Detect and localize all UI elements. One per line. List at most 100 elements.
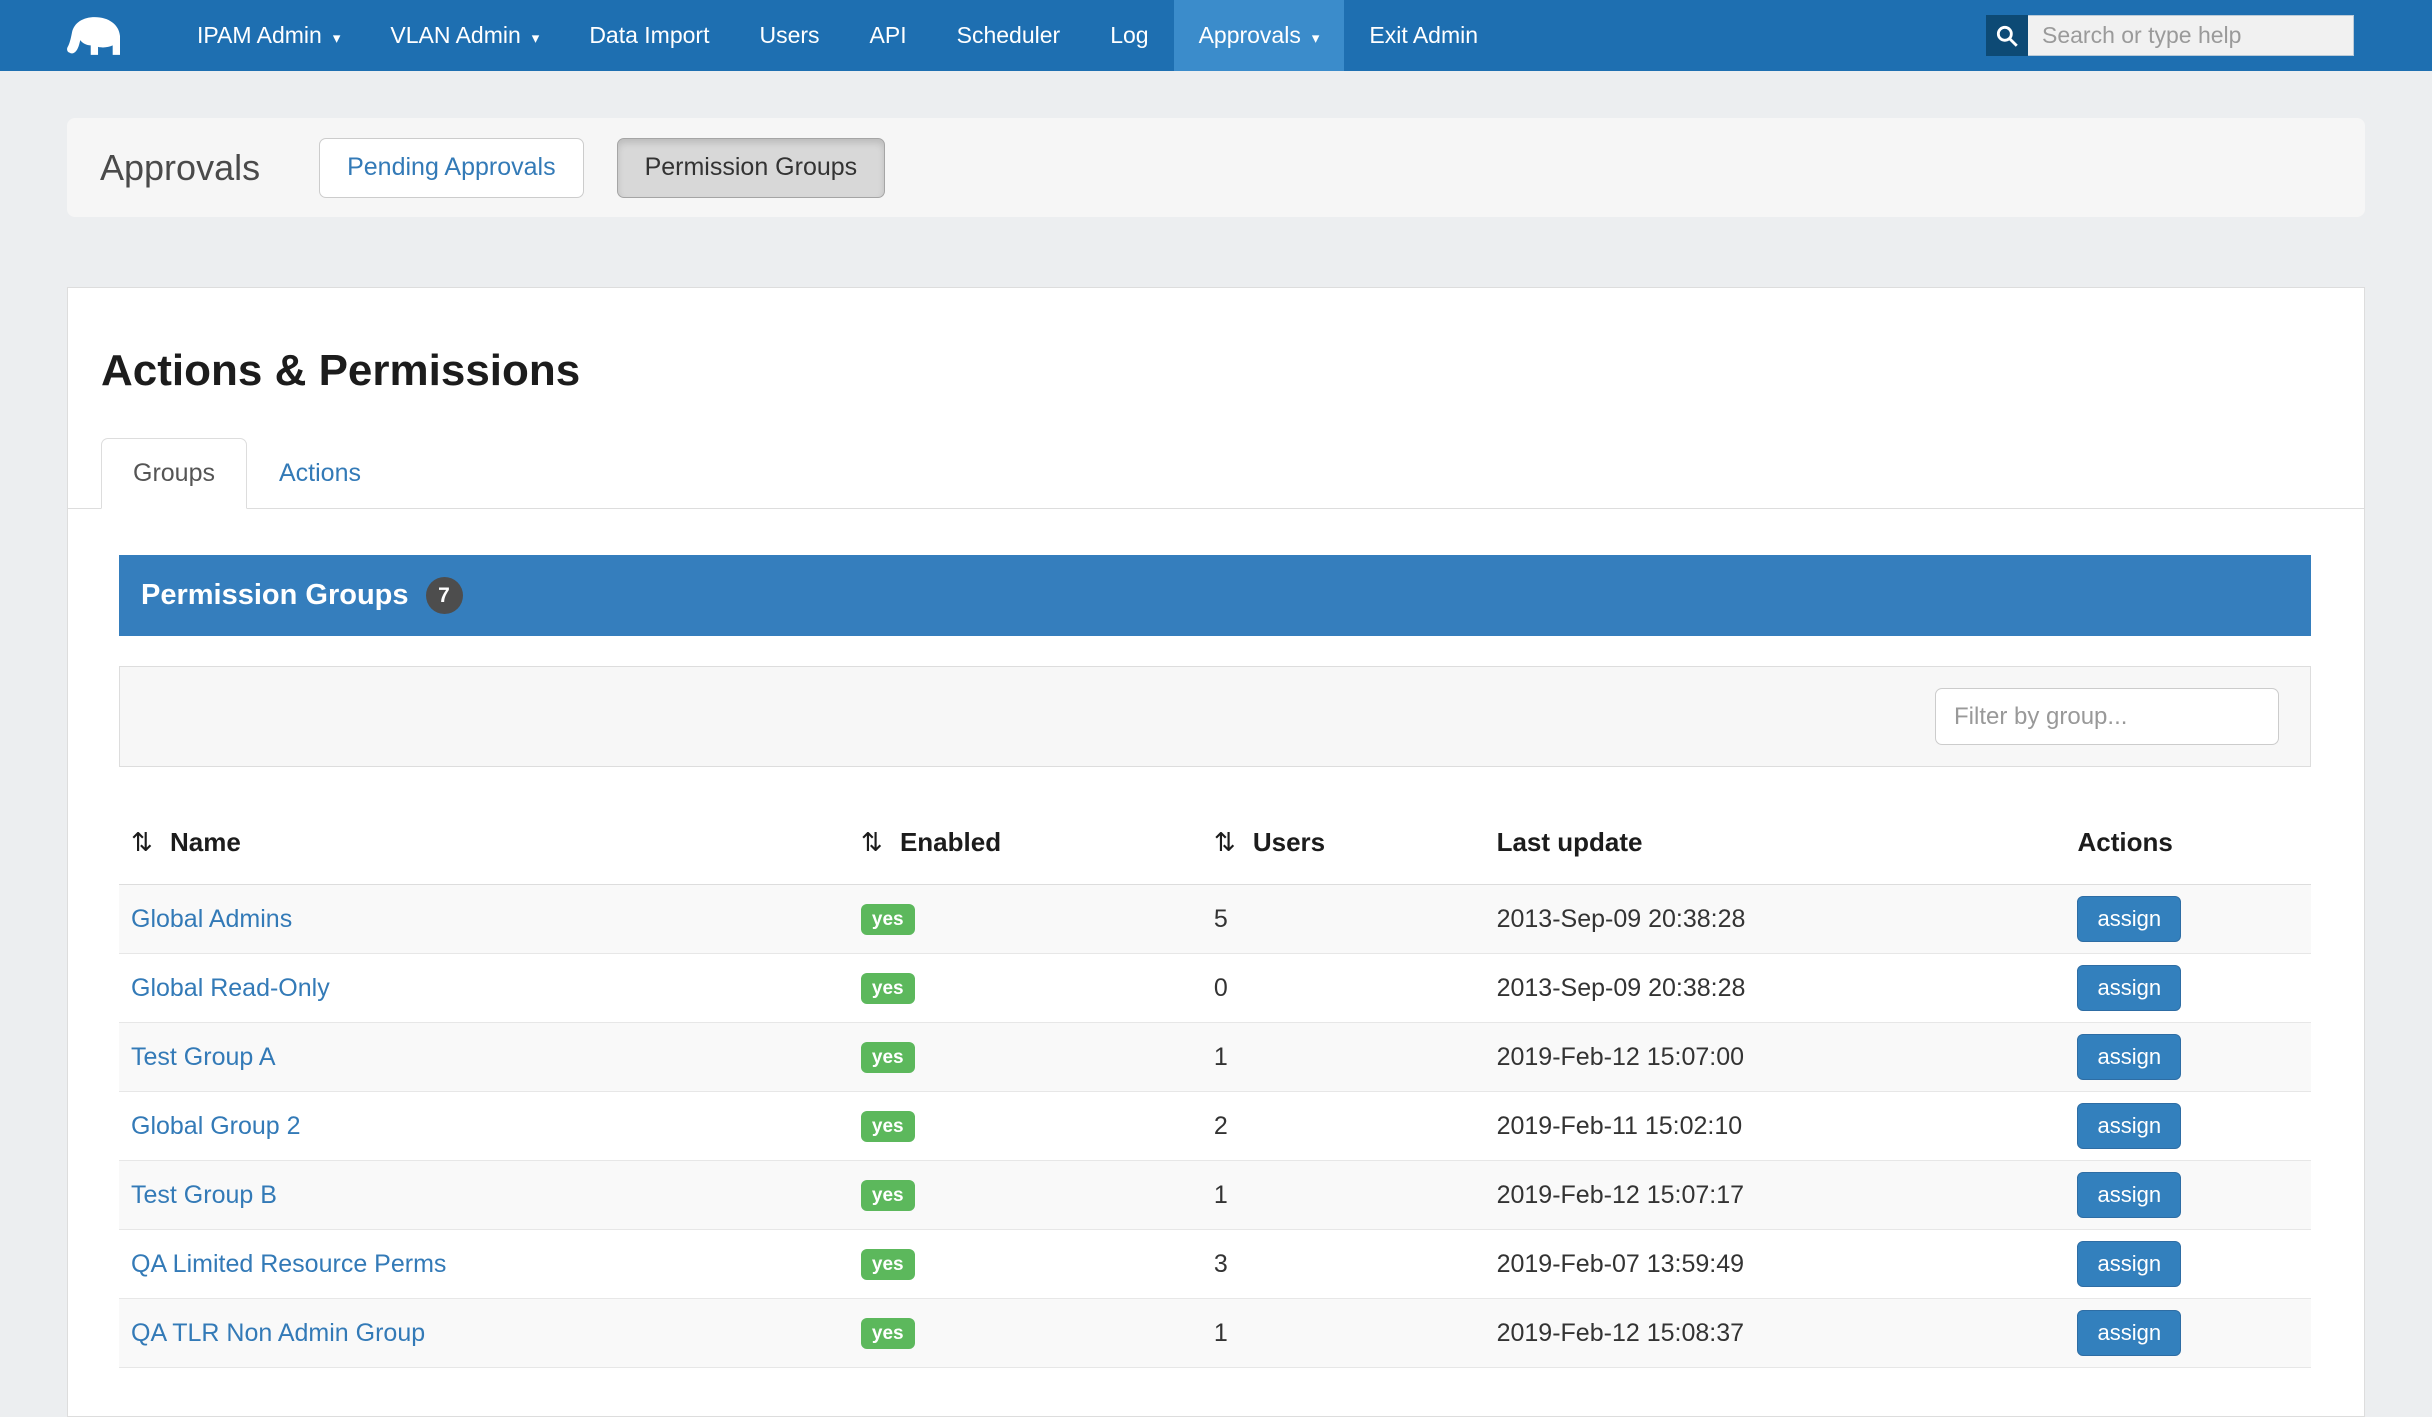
pending-approvals-button[interactable]: Pending Approvals: [319, 138, 583, 198]
search-icon: [1994, 23, 2020, 49]
sort-icon: ⇅: [1214, 827, 1236, 857]
permission-groups-table: ⇅ Name ⇅ Enabled ⇅ Users Last update: [119, 801, 2311, 1368]
assign-button[interactable]: assign: [2077, 965, 2181, 1011]
group-count-badge: 7: [426, 577, 463, 614]
nav-item-label: Log: [1110, 22, 1148, 49]
nav-item-log[interactable]: Log: [1085, 0, 1173, 71]
table-row: Global Group 2 yes 2 2019-Feb-11 15:02:1…: [119, 1092, 2311, 1161]
enabled-badge: yes: [861, 1318, 915, 1349]
group-name-link[interactable]: Global Admins: [131, 905, 292, 933]
group-name-link[interactable]: Global Read-Only: [131, 974, 330, 1002]
column-label: Name: [170, 827, 241, 857]
nav-item-label: API: [870, 22, 907, 49]
users-count: 2: [1214, 1112, 1228, 1140]
nav-item-users[interactable]: Users: [734, 0, 844, 71]
column-label: Actions: [2077, 827, 2172, 857]
users-count: 1: [1214, 1319, 1228, 1347]
nav-item-label: IPAM Admin: [197, 22, 322, 49]
group-name-link[interactable]: Global Group 2: [131, 1112, 301, 1140]
enabled-badge: yes: [861, 1111, 915, 1142]
last-update: 2019-Feb-12 15:08:37: [1497, 1319, 1744, 1347]
enabled-badge: yes: [861, 1042, 915, 1073]
table-row: Global Admins yes 5 2013-Sep-09 20:38:28…: [119, 885, 2311, 954]
phpipam-elephant-logo[interactable]: [0, 0, 172, 71]
caret-down-icon: ▾: [532, 29, 540, 47]
approvals-header-bar: Approvals Pending Approvals Permission G…: [67, 118, 2365, 217]
column-header-last-update: Last update: [1485, 801, 2066, 885]
panel-title: Actions & Permissions: [101, 346, 2364, 396]
nav-item-label: Data Import: [589, 22, 709, 49]
tab-actions[interactable]: Actions: [247, 438, 393, 509]
assign-button[interactable]: assign: [2077, 896, 2181, 942]
nav-item-label: Exit Admin: [1369, 22, 1478, 49]
column-label: Last update: [1497, 827, 1643, 857]
last-update: 2019-Feb-11 15:02:10: [1497, 1112, 1743, 1140]
search-button[interactable]: [1986, 15, 2028, 56]
assign-button[interactable]: assign: [2077, 1241, 2181, 1287]
nav-menu: IPAM Admin ▾ VLAN Admin ▾ Data Import Us…: [172, 0, 1503, 71]
sort-icon: ⇅: [131, 827, 153, 857]
group-name-link[interactable]: Test Group A: [131, 1043, 276, 1071]
permission-groups-table-wrap: ⇅ Name ⇅ Enabled ⇅ Users Last update: [119, 801, 2311, 1368]
nav-item-data-import[interactable]: Data Import: [564, 0, 734, 71]
table-header-row: ⇅ Name ⇅ Enabled ⇅ Users Last update: [119, 801, 2311, 885]
assign-button[interactable]: assign: [2077, 1310, 2181, 1356]
section-title: Permission Groups: [141, 579, 409, 612]
column-label: Enabled: [900, 827, 1001, 857]
table-row: Test Group A yes 1 2019-Feb-12 15:07:00 …: [119, 1023, 2311, 1092]
top-navbar: IPAM Admin ▾ VLAN Admin ▾ Data Import Us…: [0, 0, 2432, 71]
permission-groups-heading: Permission Groups 7: [119, 555, 2311, 636]
tab-bar: Groups Actions: [68, 438, 2364, 509]
assign-button[interactable]: assign: [2077, 1103, 2181, 1149]
group-name-link[interactable]: QA Limited Resource Perms: [131, 1250, 446, 1278]
tab-label: Actions: [279, 459, 361, 487]
users-count: 3: [1214, 1250, 1228, 1278]
permission-groups-button[interactable]: Permission Groups: [617, 138, 886, 198]
enabled-badge: yes: [861, 904, 915, 935]
enabled-badge: yes: [861, 973, 915, 1004]
caret-down-icon: ▾: [333, 29, 341, 47]
search-input[interactable]: [2028, 15, 2354, 56]
nav-item-scheduler[interactable]: Scheduler: [932, 0, 1086, 71]
nav-item-vlan-admin[interactable]: VLAN Admin ▾: [365, 0, 564, 71]
tab-label: Groups: [133, 459, 215, 487]
users-count: 5: [1214, 905, 1228, 933]
sort-icon: ⇅: [861, 827, 883, 857]
nav-item-ipam-admin[interactable]: IPAM Admin ▾: [172, 0, 365, 71]
nav-item-label: VLAN Admin: [390, 22, 520, 49]
nav-item-label: Approvals: [1199, 22, 1301, 49]
navbar-search: [1986, 0, 2432, 71]
elephant-icon: [58, 13, 136, 59]
last-update: 2013-Sep-09 20:38:28: [1497, 974, 1746, 1002]
column-header-name[interactable]: ⇅ Name: [119, 801, 849, 885]
nav-item-api[interactable]: API: [845, 0, 932, 71]
filter-bar: [119, 666, 2311, 767]
enabled-badge: yes: [861, 1180, 915, 1211]
table-row: Test Group B yes 1 2019-Feb-12 15:07:17 …: [119, 1161, 2311, 1230]
tab-groups[interactable]: Groups: [101, 438, 247, 509]
nav-item-label: Users: [759, 22, 819, 49]
nav-item-exit-admin[interactable]: Exit Admin: [1344, 0, 1503, 71]
filter-by-group-input[interactable]: [1935, 688, 2279, 745]
nav-item-approvals[interactable]: Approvals ▾: [1174, 0, 1345, 71]
column-header-actions: Actions: [2065, 801, 2311, 885]
assign-button[interactable]: assign: [2077, 1034, 2181, 1080]
users-count: 0: [1214, 974, 1228, 1002]
group-name-link[interactable]: Test Group B: [131, 1181, 277, 1209]
users-count: 1: [1214, 1043, 1228, 1071]
assign-button[interactable]: assign: [2077, 1172, 2181, 1218]
column-header-users[interactable]: ⇅ Users: [1202, 801, 1485, 885]
group-name-link[interactable]: QA TLR Non Admin Group: [131, 1319, 425, 1347]
table-row: QA TLR Non Admin Group yes 1 2019-Feb-12…: [119, 1299, 2311, 1368]
page-title: Approvals: [100, 147, 260, 189]
actions-permissions-panel: Actions & Permissions Groups Actions Per…: [67, 287, 2365, 1417]
column-label: Users: [1253, 827, 1325, 857]
caret-down-icon: ▾: [1312, 29, 1320, 47]
column-header-enabled[interactable]: ⇅ Enabled: [849, 801, 1202, 885]
last-update: 2013-Sep-09 20:38:28: [1497, 905, 1746, 933]
last-update: 2019-Feb-12 15:07:17: [1497, 1181, 1744, 1209]
table-row: QA Limited Resource Perms yes 3 2019-Feb…: [119, 1230, 2311, 1299]
table-row: Global Read-Only yes 0 2013-Sep-09 20:38…: [119, 954, 2311, 1023]
last-update: 2019-Feb-12 15:07:00: [1497, 1043, 1744, 1071]
users-count: 1: [1214, 1181, 1228, 1209]
